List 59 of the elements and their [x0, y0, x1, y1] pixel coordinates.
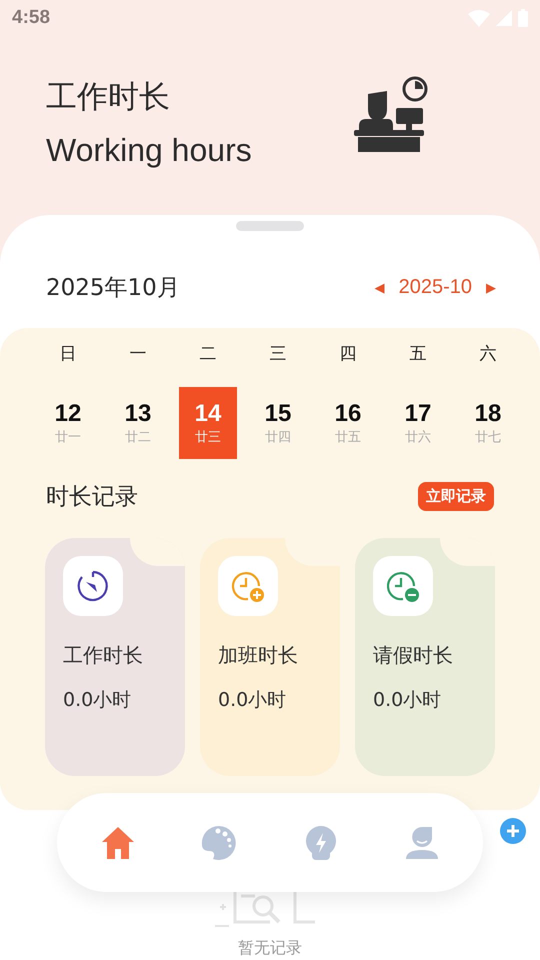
lunar-date: 廿三 [195, 429, 221, 446]
next-month-button[interactable]: ▶ [486, 280, 496, 294]
weekday-label: 六 [480, 343, 496, 365]
calendar-day[interactable]: 16 廿五 [319, 387, 377, 459]
weekday-label: 三 [270, 343, 286, 365]
calendar-day[interactable]: 14 廿三 [179, 387, 237, 459]
day-number: 13 [124, 400, 152, 428]
day-number: 15 [264, 400, 292, 428]
empty-message: 暂无记录 [238, 938, 302, 959]
calendar-day[interactable]: 18 廿七 [459, 387, 517, 459]
weekday-label: 日 [60, 343, 76, 365]
stat-card[interactable]: 工作时长 0.0小时 [45, 538, 185, 776]
lunar-date: 廿六 [405, 429, 431, 446]
section-title: 时长记录 [46, 483, 138, 512]
profile-icon [404, 824, 440, 860]
nav-tab[interactable] [100, 824, 136, 860]
lunar-date: 廿七 [475, 429, 501, 446]
day-number: 12 [54, 400, 82, 428]
stat-value: 0.0小时 [63, 688, 132, 713]
month-picker[interactable]: 2025-10 [398, 276, 472, 298]
nav-tab[interactable] [201, 824, 238, 860]
weekday-label: 四 [340, 343, 356, 365]
drag-handle[interactable] [236, 221, 304, 231]
weekday-label: 一 [130, 343, 146, 365]
clock-plus-icon [231, 569, 265, 603]
stat-card[interactable]: 加班时长 0.0小时 [200, 538, 340, 776]
day-number: 17 [404, 400, 432, 428]
clock-minus-icon [386, 569, 420, 603]
nav-tab[interactable] [404, 824, 440, 860]
day-number: 16 [334, 400, 362, 428]
calendar-day[interactable]: 17 廿六 [389, 387, 447, 459]
status-time: 4:58 [12, 7, 50, 29]
day-number: 14 [194, 400, 222, 428]
stat-label: 工作时长 [63, 642, 144, 669]
previous-month-button[interactable]: ◀ [374, 280, 385, 294]
stat-card[interactable]: 请假时长 0.0小时 [355, 538, 495, 776]
stat-label: 加班时长 [218, 642, 299, 669]
calendar-day[interactable]: 12 廿一 [39, 387, 97, 459]
calendar-day[interactable]: 13 廿二 [109, 387, 167, 459]
lunar-date: 廿四 [265, 429, 291, 446]
page-subtitle: Working hours [46, 132, 252, 169]
office-worker-icon [354, 76, 430, 154]
lunar-date: 廿二 [125, 429, 151, 446]
record-now-button[interactable]: 立即记录 [418, 482, 494, 511]
palette-icon [201, 824, 238, 860]
lunar-date: 廿五 [335, 429, 361, 446]
weekday-label: 五 [410, 343, 426, 365]
month-label: 2025年10月 [46, 274, 180, 302]
add-icon[interactable] [500, 818, 526, 844]
day-number: 18 [474, 400, 502, 428]
page-title: 工作时长 [46, 78, 171, 117]
weekday-label: 二 [200, 343, 216, 365]
stat-value: 0.0小时 [218, 688, 288, 713]
calendar-day[interactable]: 15 廿四 [249, 387, 307, 459]
lunar-date: 廿一 [55, 429, 81, 446]
home-icon [100, 824, 136, 860]
clock-icon [76, 569, 110, 603]
stat-value: 0.0小时 [373, 688, 442, 713]
stat-label: 请假时长 [373, 642, 454, 669]
